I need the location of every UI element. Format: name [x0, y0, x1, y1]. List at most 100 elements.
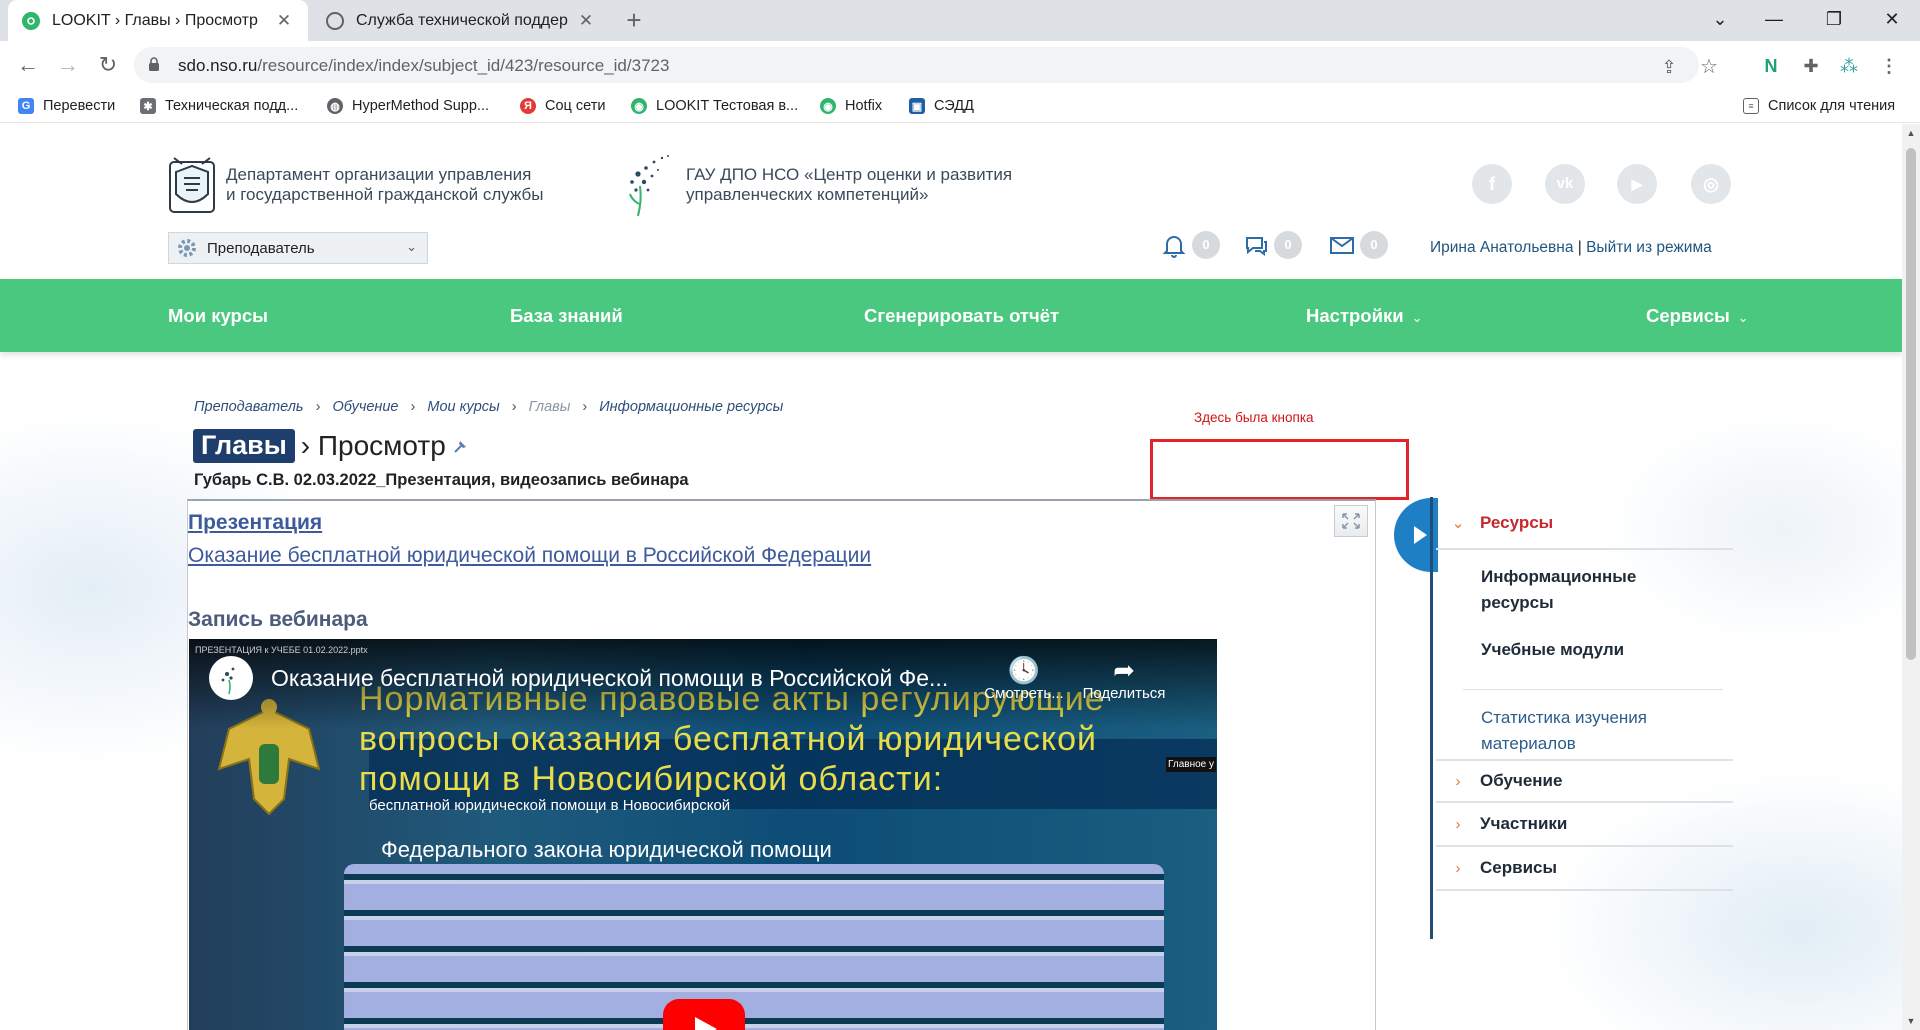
browser-menu-icon[interactable]: ⋮ [1876, 53, 1902, 79]
bookmark-item[interactable]: ✱ Техническая подд... [140, 95, 298, 117]
extensions-puzzle-icon[interactable]: ✚ [1798, 53, 1824, 79]
sidebar-item-info-resources[interactable]: Информационные ресурсы [1481, 564, 1636, 616]
browser-tab[interactable]: Служба технической поддержки ✕ [312, 0, 610, 41]
title-badge[interactable]: Главы [193, 429, 295, 463]
scroll-up-icon[interactable]: ▲ [1902, 128, 1920, 138]
vk-icon[interactable]: vk [1545, 164, 1585, 204]
browser-toolbar: ← → ↻ sdo.nso.ru/resource/index/index/su… [0, 41, 1920, 89]
reload-button[interactable]: ↻ [92, 49, 124, 81]
instagram-icon[interactable]: ◎ [1691, 164, 1731, 204]
bookmarks-bar: G Перевести ✱ Техническая подд... ◍ HyperMe… [0, 89, 1920, 123]
user-separator: | [1573, 239, 1587, 256]
page-title: Главы › Просмотр [193, 429, 470, 463]
bookmark-item[interactable]: ◍ HyperMethod Supp... [327, 95, 489, 117]
video-filename: ПРЕЗЕНТАЦИЯ к УЧЕБЕ 01.02.2022.pptx [195, 645, 368, 655]
restore-button[interactable]: ❐ [1804, 0, 1864, 41]
org2-line1: ГАУ ДПО НСО «Центр оценки и развития [686, 165, 1013, 184]
bookmark-star-icon[interactable]: ☆ [1698, 56, 1720, 78]
bookmark-item[interactable]: Я Соц сети [520, 95, 605, 117]
sidebar-section-resources[interactable]: ⌄ Ресурсы [1436, 497, 1733, 550]
presentation-heading[interactable]: Презентация [188, 511, 322, 535]
scroll-down-icon[interactable]: ▼ [1902, 1016, 1920, 1026]
sedd-icon: ▣ [909, 98, 925, 114]
sidebar-item-statistics[interactable]: Статистика изучения материалов [1481, 705, 1647, 757]
youtube-icon[interactable]: ▶ [1617, 164, 1657, 204]
address-bar[interactable]: sdo.nso.ru/resource/index/index/subject_… [134, 47, 1718, 83]
breadcrumb-separator: › [511, 399, 517, 415]
breadcrumb-item[interactable]: Мои курсы [427, 399, 499, 415]
nav-my-courses[interactable]: Мои курсы [168, 279, 268, 352]
back-button[interactable]: ← [12, 49, 44, 81]
video-title[interactable]: Оказание бесплатной юридической помощи в… [271, 665, 948, 692]
user-name-link[interactable]: Ирина Анатольевна [1430, 239, 1573, 256]
sidebar-section-label: Обучение [1480, 771, 1563, 790]
bookmark-item[interactable]: ◉ Hotfix [820, 95, 882, 117]
breadcrumb-item[interactable]: Обучение [332, 399, 398, 415]
breadcrumb-item[interactable]: Информационные ресурсы [599, 399, 783, 415]
play-button[interactable] [663, 999, 745, 1030]
exit-mode-link[interactable]: Выйти из режима [1586, 239, 1712, 256]
bookmark-item[interactable]: ▣ СЭДД [909, 95, 974, 117]
sidebar-section-label: Сервисы [1480, 858, 1557, 877]
extension-n-icon[interactable]: N [1758, 53, 1784, 79]
page: Департамент организации управления и гос… [0, 124, 1902, 1030]
bookmark-item[interactable]: ◉ LOOKIT Тестовая в... [631, 95, 798, 117]
breadcrumb: Преподаватель › Обучение › Мои курсы › Г… [194, 399, 783, 415]
org-center[interactable]: ГАУ ДПО НСО «Центр оценки и развития упр… [624, 152, 1012, 218]
page-scrollbar[interactable]: ▲ ▼ [1902, 124, 1920, 1030]
messages-button[interactable]: 0 [1242, 231, 1302, 259]
channel-logo[interactable] [209, 656, 253, 700]
lookit-icon [22, 11, 40, 30]
role-select-value: Преподаватель [207, 239, 315, 257]
share-page-icon[interactable]: ⇪ [1658, 56, 1680, 78]
nav-settings[interactable]: Настройки ⌄ [1306, 279, 1423, 352]
close-window-button[interactable]: ✕ [1862, 0, 1920, 41]
chevron-down-icon: ⌄ [1737, 310, 1749, 325]
notifications-button[interactable]: 0 [1160, 231, 1220, 259]
breadcrumb-item: Главы [528, 399, 571, 415]
browser-tab-active[interactable]: LOOKIT › Главы › Просмотр ✕ [8, 0, 308, 41]
watch-later-button[interactable]: 🕓 Смотреть... [979, 655, 1069, 702]
nav-services[interactable]: Сервисы ⌄ [1646, 279, 1749, 352]
share-button[interactable]: ➦ Поделиться [1079, 655, 1169, 702]
sidebar-item-modules[interactable]: Учебные модули [1481, 637, 1624, 663]
envelope-icon [1330, 237, 1354, 254]
nav-knowledge-base[interactable]: База знаний [510, 279, 623, 352]
close-tab-icon[interactable]: ✕ [274, 11, 294, 31]
sidebar-section-services[interactable]: › Сервисы [1436, 847, 1733, 891]
tab-search-button[interactable]: ⌄ [1690, 0, 1750, 41]
sidebar-section-training[interactable]: › Обучение [1436, 759, 1733, 803]
presentation-link[interactable]: Оказание бесплатной юридической помощи в… [188, 544, 871, 568]
forward-button[interactable]: → [52, 49, 84, 81]
user-panel: Ирина Анатольевна | Выйти из режима [1430, 239, 1712, 257]
video-player[interactable]: Нормативные правовые акты регулирующие в… [189, 639, 1217, 1030]
role-select[interactable]: Преподаватель ⌄ [168, 232, 428, 264]
chevron-down-icon: ⌄ [406, 239, 417, 254]
nav-generate-report[interactable]: Сгенерировать отчёт [864, 279, 1059, 352]
chat-icon [1246, 237, 1267, 256]
annotation-note: Здесь была кнопка [1194, 410, 1314, 425]
globe-icon [326, 11, 344, 30]
video-side-caption: Главное у [1166, 757, 1216, 772]
bell-icon [1162, 236, 1186, 258]
minimize-button[interactable]: — [1744, 0, 1804, 41]
close-tab-icon[interactable]: ✕ [576, 11, 596, 31]
sidebar-section-participants[interactable]: › Участники [1436, 803, 1733, 847]
lock-icon [149, 57, 159, 71]
facebook-icon[interactable]: f [1472, 164, 1512, 204]
fullscreen-button[interactable] [1334, 505, 1368, 537]
extension-dots-icon[interactable]: ⁂ [1836, 53, 1862, 79]
new-tab-button[interactable]: + [618, 6, 650, 36]
chevron-down-icon: ⌄ [1451, 514, 1465, 532]
main-nav: Мои курсы База знаний Сгенерировать отчё… [0, 279, 1902, 352]
org-department[interactable]: Департамент организации управления и гос… [168, 154, 543, 216]
breadcrumb-item[interactable]: Преподаватель [194, 399, 304, 415]
pin-icon[interactable] [452, 437, 470, 455]
support-icon: ✱ [140, 98, 156, 114]
tab-title: LOOKIT › Главы › Просмотр [52, 11, 258, 29]
bookmark-item[interactable]: G Перевести [18, 95, 115, 117]
reading-list[interactable]: ≡ Список для чтения [1743, 95, 1895, 117]
scroll-thumb[interactable] [1906, 148, 1916, 660]
reading-list-icon: ≡ [1743, 98, 1759, 114]
mail-button[interactable]: 0 [1328, 231, 1388, 259]
